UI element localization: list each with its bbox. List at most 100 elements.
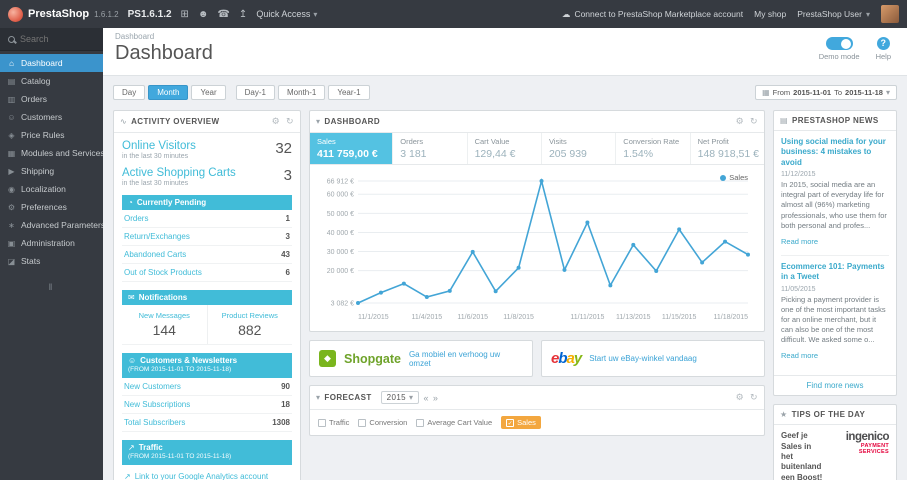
row-label[interactable]: Orders	[124, 214, 148, 223]
svg-text:20 000 €: 20 000 €	[327, 268, 354, 275]
row-label[interactable]: Total Subscribers	[124, 418, 185, 427]
filter-month-button[interactable]: Month	[148, 85, 189, 100]
sidebar-item-advanced-parameters[interactable]: ∗ Advanced Parameters	[0, 216, 103, 234]
forecast-legend-average-cart-value[interactable]: Average Cart Value	[416, 418, 492, 427]
brand[interactable]: PrestaShop 1.6.1.2	[8, 6, 119, 22]
sidebar-item-label: Orders	[21, 94, 47, 104]
catalog-icon: ▤	[7, 76, 16, 86]
kpi-value: 3 181	[400, 148, 427, 160]
shopgate-promo-link[interactable]: Ga mobiel en verhoog uw omzet	[409, 350, 523, 368]
article-excerpt: In 2015, social media are an integral pa…	[781, 180, 887, 230]
date-range-picker[interactable]: ▦ From 2015-11-01 To 2015-11-18 ▾	[755, 85, 897, 100]
stat-value: 144	[152, 322, 176, 338]
filter-year-1-button[interactable]: Year-1	[328, 85, 370, 100]
legend-label: Conversion	[369, 418, 408, 427]
next-year-button[interactable]: »	[433, 393, 438, 403]
google-analytics-link[interactable]: ↗ Link to your Google Analytics account	[122, 465, 292, 480]
sidebar-item-catalog[interactable]: ▤ Catalog	[0, 72, 103, 90]
row-value: 90	[281, 381, 290, 391]
customers-row-total-subscribers: Total Subscribers 1308	[122, 414, 292, 432]
article-title[interactable]: Using social media for your business: 4 …	[781, 137, 889, 168]
article-title[interactable]: Ecommerce 101: Payments in a Tweet	[781, 262, 889, 283]
filter-year-button[interactable]: Year	[191, 85, 226, 100]
new-messages-stat[interactable]: New Messages 144	[122, 305, 208, 344]
refresh-icon[interactable]: ↻	[286, 116, 294, 127]
sidebar-item-dashboard[interactable]: ⌂ Dashboard	[0, 54, 103, 72]
row-label[interactable]: New Customers	[124, 382, 181, 391]
gear-icon[interactable]: ⚙	[272, 116, 280, 127]
sidebar: ⌂ Dashboard ▤ Catalog ▥ Orders ☺ Custome…	[0, 28, 103, 480]
sidebar-collapse-button[interactable]: ‖	[0, 282, 103, 292]
sidebar-item-price-rules[interactable]: ◈ Price Rules	[0, 126, 103, 144]
kpi-conversion-rate[interactable]: Conversion Rate 1.54%	[616, 133, 691, 164]
row-label[interactable]: Return/Exchanges	[124, 232, 190, 241]
row-label[interactable]: Out of Stock Products	[124, 268, 202, 277]
my-shop-link[interactable]: My shop	[754, 9, 786, 19]
sidebar-item-administration[interactable]: ▣ Administration	[0, 234, 103, 252]
stat-label: Product Reviews	[221, 311, 278, 320]
user-icon[interactable]: ☻	[198, 9, 209, 20]
page-title: Dashboard	[115, 42, 213, 64]
row-label[interactable]: New Subscriptions	[124, 400, 190, 409]
prev-year-button[interactable]: «	[423, 393, 428, 403]
breadcrumb[interactable]: Dashboard	[115, 32, 895, 41]
read-more-link[interactable]: Read more	[781, 351, 818, 360]
stat-label: New Messages	[138, 311, 190, 320]
row-label[interactable]: Abandoned Carts	[124, 250, 186, 259]
forecast-legend-traffic[interactable]: Traffic	[318, 418, 349, 427]
find-more-news-link[interactable]: Find more news	[774, 375, 896, 395]
sidebar-item-label: Localization	[21, 184, 66, 194]
date-to-label: To	[834, 88, 843, 97]
upload-icon[interactable]: ↥	[239, 9, 247, 20]
user-menu[interactable]: PrestaShop User ▾	[797, 9, 870, 19]
quick-access-menu[interactable]: Quick Access ▾	[256, 9, 317, 19]
filter-day-1-button[interactable]: Day-1	[235, 85, 275, 100]
active-carts-value: 3	[283, 167, 292, 184]
active-carts-stat: Active Shopping Carts in the last 30 min…	[122, 167, 292, 187]
cart-icon[interactable]: ⊞	[181, 9, 189, 20]
gear-icon: ⚙	[7, 202, 16, 212]
product-reviews-stat[interactable]: Product Reviews 882	[208, 305, 293, 344]
module-promos: ◆ Shopgate Ga mobiel en verhoog uw omzet…	[309, 340, 765, 377]
sidebar-item-customers[interactable]: ☺ Customers	[0, 108, 103, 126]
help-icon[interactable]: ?	[876, 37, 890, 50]
kpi-visits[interactable]: Visits 205 939	[542, 133, 617, 164]
kpi-sales[interactable]: Sales 411 759,00 €	[310, 133, 394, 164]
ebay-promo-link[interactable]: Start uw eBay-winkel vandaag	[589, 354, 697, 363]
checkbox-icon	[416, 418, 425, 427]
customers-icon: ☺	[7, 112, 16, 122]
refresh-icon[interactable]: ↻	[750, 116, 758, 127]
forecast-legend-conversion[interactable]: Conversion	[358, 418, 407, 427]
support-icon[interactable]: ☎	[217, 9, 229, 20]
gear-icon[interactable]: ⚙	[736, 116, 744, 127]
filter-month-1-button[interactable]: Month-1	[277, 85, 326, 100]
gear-icon[interactable]: ⚙	[736, 392, 744, 403]
sidebar-item-label: Customers	[21, 112, 63, 122]
svg-text:40 000 €: 40 000 €	[327, 230, 354, 237]
kpi-cart-value[interactable]: Cart Value 129,44 €	[468, 133, 542, 164]
search-input[interactable]	[20, 34, 86, 44]
sidebar-item-modules[interactable]: ▦ Modules and Services	[0, 144, 103, 162]
active-carts-label[interactable]: Active Shopping Carts	[122, 167, 236, 179]
sidebar-item-orders[interactable]: ▥ Orders	[0, 90, 103, 108]
sidebar-item-preferences[interactable]: ⚙ Preferences	[0, 198, 103, 216]
forecast-year-select[interactable]: 2015 ▾	[380, 391, 420, 404]
sidebar-item-localization[interactable]: ◉ Localization	[0, 180, 103, 198]
marketplace-link[interactable]: ☁ Connect to PrestaShop Marketplace acco…	[562, 9, 743, 20]
sidebar-item-shipping[interactable]: ▶ Shipping	[0, 162, 103, 180]
filter-day-button[interactable]: Day	[113, 85, 146, 100]
kpi-net-profit[interactable]: Net Profit 148 918,51 €	[691, 133, 764, 164]
read-more-link[interactable]: Read more	[781, 237, 818, 246]
refresh-icon[interactable]: ↻	[750, 392, 758, 403]
online-visitors-label[interactable]: Online Visitors	[122, 140, 196, 152]
sidebar-item-label: Stats	[21, 256, 41, 266]
kpi-orders[interactable]: Orders 3 181	[393, 133, 468, 164]
dashboard-panel-header: ▾ DASHBOARD ⚙ ↻	[310, 111, 764, 133]
sidebar-item-stats[interactable]: ◪ Stats	[0, 252, 103, 270]
demo-mode-toggle[interactable]	[825, 37, 853, 50]
activity-panel-body: Online Visitors in the last 30 minutes 3…	[114, 133, 300, 480]
avatar[interactable]	[881, 5, 899, 23]
online-visitors-stat: Online Visitors in the last 30 minutes 3…	[122, 140, 292, 160]
news-panel-title: PRESTASHOP NEWS	[791, 116, 879, 125]
forecast-legend-sales[interactable]: ✓ Sales	[501, 416, 541, 429]
